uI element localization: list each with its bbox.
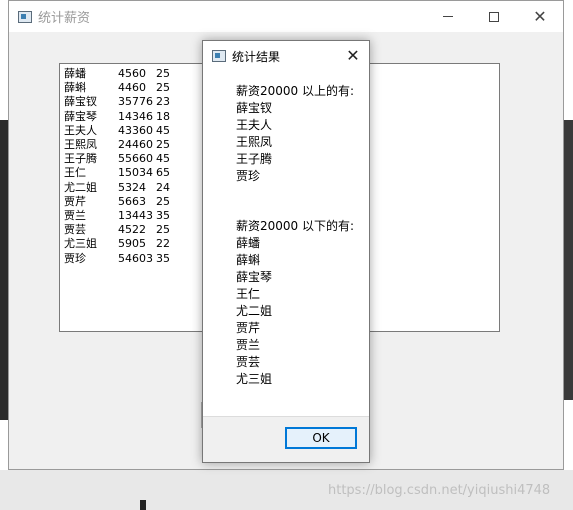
below-threshold-name: 贾芸 — [236, 354, 261, 369]
employee-salary: 54603 — [118, 251, 153, 265]
close-icon: ✕ — [533, 6, 547, 26]
employee-name: 贾兰 — [64, 209, 86, 223]
below-threshold-name: 薛蟠 — [236, 236, 261, 251]
employee-age: 45 — [156, 152, 170, 166]
employee-name: 王子腾 — [64, 152, 97, 166]
below-threshold-name: 王仁 — [236, 287, 261, 302]
employee-age: 35 — [156, 209, 170, 223]
employee-age: 25 — [156, 81, 170, 95]
employee-salary: 14346 — [118, 109, 153, 123]
employee-salary: 15034 — [118, 166, 153, 180]
employee-age: 18 — [156, 109, 170, 123]
employee-name: 尤二姐 — [64, 180, 97, 194]
above-threshold-name: 贾珍 — [236, 168, 261, 183]
employee-salary: 5324 — [118, 180, 146, 194]
dialog-titlebar[interactable]: 统计结果 ✕ — [203, 41, 369, 71]
result-dialog: 统计结果 ✕ 薪资20000 以上的有: 薛宝钗王夫人王熙凤王子腾贾珍 薪资20… — [202, 40, 370, 463]
employee-age: 24 — [156, 180, 170, 194]
above-threshold-name: 王子腾 — [236, 151, 273, 166]
above-threshold-list: 薛宝钗王夫人王熙凤王子腾贾珍 — [236, 100, 369, 185]
employee-salary: 5905 — [118, 237, 146, 251]
employee-age: 65 — [156, 166, 170, 180]
maximize-button[interactable] — [471, 1, 517, 32]
dialog-title: 统计结果 — [232, 49, 281, 64]
background-window-edge — [0, 120, 8, 420]
employee-age: 25 — [156, 223, 170, 237]
employee-salary: 43360 — [118, 123, 153, 137]
below-threshold-name: 尤三姐 — [236, 371, 273, 386]
below-threshold-name: 薛宝琴 — [236, 270, 273, 285]
employee-age: 45 — [156, 123, 170, 137]
employee-salary: 4560 — [118, 67, 146, 80]
employee-age: 23 — [156, 95, 170, 109]
ok-button[interactable]: OK — [285, 427, 357, 449]
employee-salary: 4522 — [118, 223, 146, 237]
employee-salary: 55660 — [118, 152, 153, 166]
employee-name: 薛宝钗 — [64, 95, 97, 109]
below-threshold-name: 薛蝌 — [236, 253, 261, 268]
employee-name: 薛蟠 — [64, 67, 86, 80]
background-window-edge-right — [563, 120, 573, 400]
employee-salary: 13443 — [118, 209, 153, 223]
dialog-app-icon — [212, 50, 226, 62]
employee-age: 25 — [156, 138, 170, 152]
above-threshold-header: 薪资20000 以上的有: — [236, 84, 355, 98]
minimize-button[interactable] — [425, 1, 471, 32]
employee-name: 贾芸 — [64, 223, 86, 237]
employee-age: 35 — [156, 251, 170, 265]
above-threshold-name: 王熙凤 — [236, 134, 273, 149]
main-titlebar[interactable]: 统计薪资 ✕ — [9, 1, 563, 32]
dialog-close-button[interactable]: ✕ — [345, 45, 361, 65]
employee-name: 王夫人 — [64, 123, 97, 137]
background-dark-fragment — [140, 500, 146, 510]
employee-name: 王仁 — [64, 166, 86, 180]
employee-name: 贾芹 — [64, 194, 86, 208]
minimize-icon — [443, 16, 453, 17]
close-button[interactable]: ✕ — [517, 1, 563, 32]
employee-salary: 35776 — [118, 95, 153, 109]
app-icon — [18, 10, 32, 23]
below-threshold-list: 薛蟠薛蝌薛宝琴王仁 尤二姐贾芹贾兰贾芸尤三姐 — [236, 235, 369, 387]
employee-age: 25 — [156, 194, 170, 208]
maximize-icon — [489, 11, 499, 22]
employee-age: 22 — [156, 237, 170, 251]
dialog-footer: OK — [203, 416, 369, 462]
below-threshold-name: 贾芹 — [236, 320, 261, 335]
below-threshold-name: 尤二姐 — [236, 303, 273, 318]
employee-salary: 24460 — [118, 138, 153, 152]
employee-name: 尤三姐 — [64, 237, 97, 251]
main-window-title: 统计薪资 — [38, 11, 91, 26]
employee-name: 薛蝌 — [64, 81, 86, 95]
employee-salary: 5663 — [118, 194, 146, 208]
below-threshold-header: 薪资20000 以下的有: — [236, 219, 355, 234]
below-threshold-name: 贾兰 — [236, 337, 261, 352]
employee-name: 贾珍 — [64, 251, 86, 265]
employee-name: 薛宝琴 — [64, 109, 97, 123]
dialog-message: 薪资20000 以上的有: 薛宝钗王夫人王熙凤王子腾贾珍 薪资20000 以下的… — [203, 71, 369, 417]
close-icon: ✕ — [346, 45, 360, 65]
employee-age: 25 — [156, 67, 170, 80]
above-threshold-name: 王夫人 — [236, 117, 273, 132]
employee-name: 王熙凤 — [64, 138, 97, 152]
above-threshold-name: 薛宝钗 — [236, 100, 273, 115]
employee-salary: 4460 — [118, 81, 146, 95]
watermark: https://blog.csdn.net/yiqiushi4748 — [328, 483, 551, 498]
